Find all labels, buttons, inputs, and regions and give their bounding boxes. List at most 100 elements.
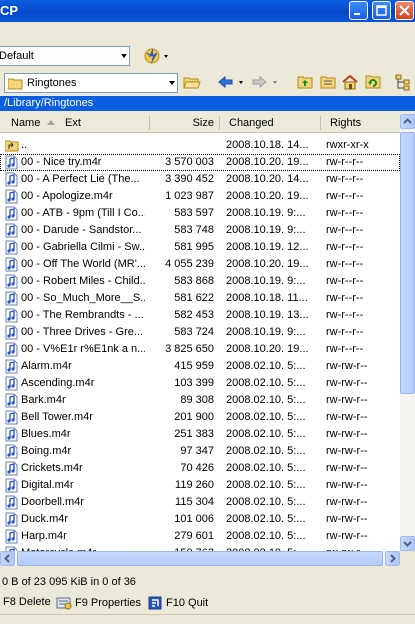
home-icon [342,74,358,90]
quit-key-button[interactable]: F10 Quit [148,596,208,610]
scroll-right-button[interactable] [385,551,400,566]
file-size: 582 453 [174,309,214,321]
file-name: 00 - Apologize.m4r [21,190,113,202]
music-file-icon [5,512,18,527]
chevron-right-icon [390,554,396,563]
properties-key-button[interactable]: F9 Properties [56,596,141,610]
root-directory-button[interactable] [320,75,337,93]
scroll-left-button[interactable] [0,551,15,566]
music-file-icon [5,189,18,204]
file-row[interactable]: 00 - Off The World (MR'... 4 055 239 2008.… [0,256,400,273]
file-rights: rw-rw-r-- [326,496,368,508]
column-changed[interactable]: Changed [229,117,274,129]
file-rights: rw-rw-r-- [326,479,368,491]
file-row[interactable]: Bell Tower.m4r 201 900 2008.02.10. 5:... rw… [0,409,400,426]
delete-key-label: F8 Delete [3,596,51,608]
file-row[interactable]: 00 - V%E1r r%E1nk a n... 3 825 650 2008.10… [0,341,400,358]
parent-directory-row[interactable]: .. 2008.10.18. 14... rwxr-xr-x [0,137,400,154]
file-size: 3 570 003 [165,156,214,168]
file-row[interactable]: 00 - ATB - 9pm (Till I Co... 583 597 2008.… [0,205,400,222]
tree-view-button[interactable] [395,74,412,94]
file-row[interactable]: 00 - Apologize.m4r 1 023 987 2008.10.20. 1… [0,188,400,205]
connection-combo[interactable]: Default [0,46,130,66]
file-name: 00 - Darude - Sandstor... [21,224,142,236]
file-row[interactable]: 00 - A Perfect Lie (The... 3 390 452 2008.… [0,171,400,188]
file-name: 00 - ATB - 9pm (Till I Co... [21,207,145,219]
music-file-icon [5,495,18,510]
column-size[interactable]: Size [150,117,214,129]
music-file-icon [5,427,18,442]
forward-button[interactable] [251,75,281,93]
file-row[interactable]: Blues.m4r 251 383 2008.02.10. 5:... rw-rw-r… [0,426,400,443]
file-changed: 2008.02.10. 5:... [226,530,306,542]
file-changed: 2008.02.10. 5:... [226,445,306,457]
delete-key-button[interactable]: F8 Delete [3,596,51,608]
file-name: Doorbell.m4r [21,496,84,508]
file-name: 00 - Robert Miles - Child... [21,275,145,287]
column-divider[interactable] [219,116,220,130]
file-rights: rw-r--r-- [326,292,364,304]
column-name[interactable]: Name [11,117,40,129]
file-row[interactable]: Duck.m4r 101 006 2008.02.10. 5:... rw-rw-r-… [0,511,400,528]
open-folder-button[interactable] [183,75,201,93]
music-file-icon [5,342,18,357]
file-changed: 2008.10.19. 13... [226,309,309,321]
file-rights: rw-r--r-- [326,326,364,338]
column-divider[interactable] [320,116,321,130]
vertical-scroll-thumb[interactable] [400,132,415,394]
file-row[interactable]: Doorbell.m4r 115 304 2008.02.10. 5:... rw-r… [0,494,400,511]
file-size: 70 426 [180,462,214,474]
refresh-button[interactable] [365,74,382,93]
file-row[interactable]: Bark.m4r 89 308 2008.02.10. 5:... rw-rw-r-- [0,392,400,409]
file-changed: 2008.02.10. 5:... [226,479,306,491]
file-rights: rw-r--r-- [326,207,364,219]
music-file-icon [5,274,18,289]
file-row[interactable]: 00 - Darude - Sandstor... 583 748 2008.10.… [0,222,400,239]
folder-combo[interactable]: Ringtones [4,73,178,93]
file-changed: 2008.02.10. 5:... [226,394,306,406]
vertical-scrollbar[interactable] [400,114,415,551]
music-file-icon [5,155,18,170]
file-row[interactable]: 00 - Three Drives - Gre... 583 724 2008.10… [0,324,400,341]
file-row[interactable]: Harp.m4r 279 601 2008.02.10. 5:... rw-rw-r-… [0,528,400,545]
file-row[interactable]: Boing.m4r 97 347 2008.02.10. 5:... rw-rw-r-… [0,443,400,460]
file-rights: rw-rw-r-- [326,513,368,525]
home-directory-button[interactable] [342,74,359,93]
horizontal-scrollbar[interactable] [0,551,400,566]
file-rights: rw-rw-r-- [326,360,368,372]
connection-combo-value: Default [0,50,34,62]
file-row[interactable]: 00 - Nice try.m4r 3 570 003 2008.10.20. 19… [0,154,400,171]
column-ext[interactable]: Ext [65,117,81,129]
chevron-up-icon [403,118,412,124]
file-size: 103 399 [174,377,214,389]
new-session-button[interactable] [143,46,173,69]
music-file-icon [5,376,18,391]
parent-directory-button[interactable] [297,75,314,93]
file-changed: 2008.02.10. 5:... [226,462,306,474]
file-row[interactable]: 00 - The Rembrandts - ... 582 453 2008.10.… [0,307,400,324]
current-path-bar: /Library/Ringtones [0,96,415,111]
file-row[interactable]: 00 - So_Much_More__S... 581 622 2008.10.18… [0,290,400,307]
file-name: 00 - Off The World (MR'... [21,258,145,270]
file-row[interactable]: Crickets.m4r 70 426 2008.02.10. 5:... rw-rw… [0,460,400,477]
column-rights[interactable]: Rights [330,117,361,129]
file-name: 00 - The Rembrandts - ... [21,309,144,321]
music-file-icon [5,257,18,272]
file-row[interactable]: Digital.m4r 119 260 2008.02.10. 5:... rw-rw… [0,477,400,494]
back-button[interactable] [217,75,247,93]
horizontal-scroll-thumb[interactable] [17,551,383,566]
file-row[interactable]: Ascending.m4r 103 399 2008.02.10. 5:... rw-… [0,375,400,392]
close-button[interactable] [395,1,414,20]
chevron-left-icon [4,554,10,563]
music-file-icon [5,461,18,476]
minimize-button[interactable] [349,1,368,20]
maximize-button[interactable] [372,1,391,20]
scroll-down-button[interactable] [400,536,415,551]
file-rights: rw-r--r-- [326,156,364,168]
file-row[interactable]: Alarm.m4r 415 959 2008.02.10. 5:... rw-rw-r… [0,358,400,375]
current-path: /Library/Ringtones [4,97,94,109]
music-file-icon [5,206,18,221]
file-row[interactable]: 00 - Gabriella Cilmi - Sw... 581 995 2008.… [0,239,400,256]
file-row[interactable]: 00 - Robert Miles - Child... 583 868 2008.… [0,273,400,290]
scroll-up-button[interactable] [400,114,415,129]
